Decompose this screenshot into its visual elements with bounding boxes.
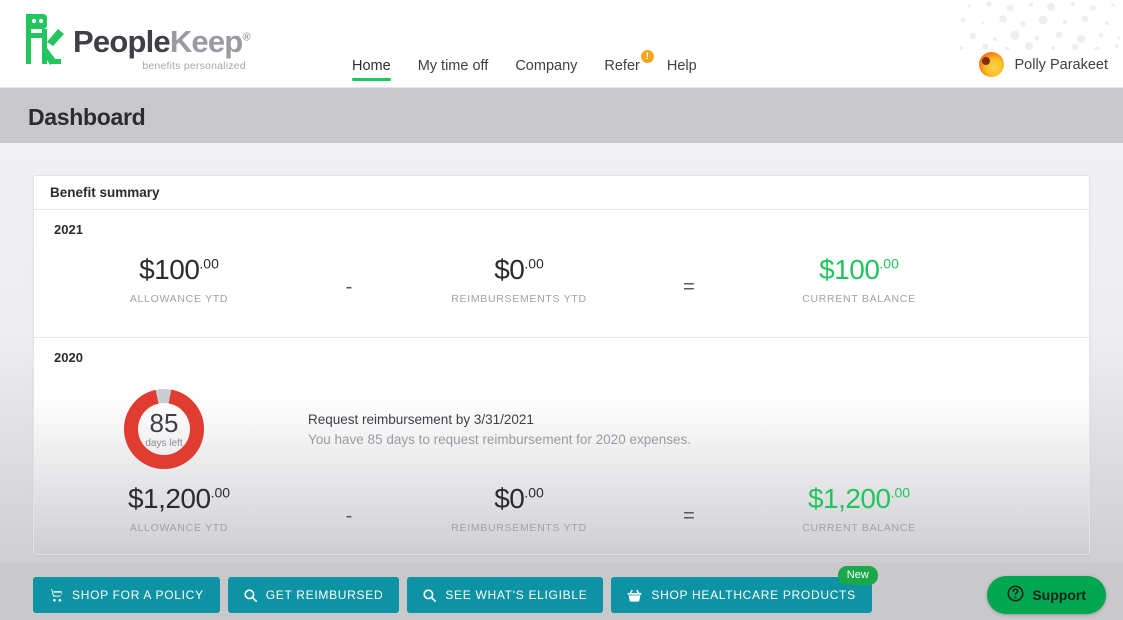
year-label-2021: 2021: [54, 222, 83, 237]
days-left-donut: 85 days left: [121, 386, 207, 472]
nav-item-refer[interactable]: Refer !: [604, 50, 654, 81]
days-left-number: 85: [149, 407, 179, 438]
operator-equals-2021: =: [683, 276, 695, 298]
page-title: Dashboard: [28, 104, 146, 130]
nav-item-my-time-off-label: My time off: [417, 58, 489, 74]
year-section-2020: 2020 85 days left Request reimbursement …: [34, 338, 1089, 554]
allowance-2020: $1,200.00 ALLOWANCE YTD: [39, 483, 319, 535]
main-content: Benefit summary 2021 $100.00 ALLOWANCE Y…: [0, 143, 1123, 562]
operator-equals-2020: =: [683, 505, 695, 527]
allowance-2020-cents: .00: [210, 484, 231, 501]
reminder-text-block: Request reimbursement by 3/31/2021 You h…: [294, 412, 691, 447]
basket-icon: [627, 589, 642, 602]
nav-item-my-time-off[interactable]: My time off: [418, 58, 489, 81]
get-reimbursed-button[interactable]: GET REIMBURSED: [227, 577, 400, 613]
benefit-summary-title: Benefit summary: [50, 185, 160, 200]
donut-center-text: 85 days left: [121, 386, 207, 472]
balance-2020-label: CURRENT BALANCE: [802, 522, 916, 534]
shop-healthcare-products-label: SHOP HEALTHCARE PRODUCTS: [651, 588, 856, 602]
reimbursement-reminder: 85 days left Request reimbursement by 3/…: [34, 386, 1089, 472]
reimbursements-2021: $0.00 REIMBURSEMENTS YTD: [379, 254, 659, 306]
app-root: PeopleKeep® benefits personalized Home M…: [0, 0, 1123, 620]
reimbursements-2020-amount: $0.00: [494, 483, 544, 514]
allowance-2021-amount: $100.00: [139, 254, 219, 285]
support-label: Support: [1032, 587, 1086, 603]
reimbursements-2020: $0.00 REIMBURSEMENTS YTD: [379, 483, 659, 535]
balance-2020-cents: .00: [890, 484, 911, 501]
balance-2021-label: CURRENT BALANCE: [802, 293, 916, 305]
operator-minus-2020: -: [345, 505, 353, 527]
support-button[interactable]: Support: [987, 576, 1106, 614]
nav-item-help[interactable]: Help: [667, 58, 697, 81]
benefit-summary-card: Benefit summary 2021 $100.00 ALLOWANCE Y…: [33, 175, 1090, 555]
year-section-2021: 2021 $100.00 ALLOWANCE YTD - $0.00 REIMB…: [34, 210, 1089, 338]
balance-2020: $1,200.00 CURRENT BALANCE: [719, 483, 999, 535]
allowance-2021-cents: .00: [199, 255, 219, 272]
shop-for-a-policy-label: SHOP FOR A POLICY: [72, 588, 204, 602]
pk-robot-logo-icon: [26, 14, 64, 65]
logo-word-keep: Keep: [169, 24, 243, 59]
reimbursements-2020-cents: .00: [524, 484, 544, 501]
see-whats-eligible-label: SEE WHAT'S ELIGIBLE: [445, 588, 588, 602]
allowance-2020-amount: $1,200.00: [127, 483, 231, 514]
allowance-2020-label: ALLOWANCE YTD: [129, 522, 229, 534]
main-navigation: Home My time off Company Refer ! Help: [352, 50, 697, 81]
question-circle-icon: [1007, 585, 1024, 605]
logo-wordmark: PeopleKeep® benefits personalized: [73, 12, 251, 72]
balance-2021: $100.00 CURRENT BALANCE: [719, 254, 999, 306]
logo-tagline: benefits personalized: [142, 60, 246, 72]
get-reimbursed-label: GET REIMBURSED: [265, 588, 384, 602]
brand-logo[interactable]: PeopleKeep® benefits personalized: [22, 12, 251, 72]
reimbursements-2021-amount: $0.00: [494, 254, 544, 285]
avatar: [978, 52, 1004, 77]
reimbursements-2020-label: REIMBURSEMENTS YTD: [451, 522, 587, 534]
operator-minus-2021: -: [345, 276, 353, 298]
logo-word-people: People: [73, 24, 171, 59]
nav-item-company[interactable]: Company: [515, 58, 577, 81]
refer-alert-badge-icon: !: [640, 50, 654, 63]
cart-icon: [49, 588, 63, 602]
nav-item-refer-label: Refer: [604, 58, 640, 74]
nav-item-help-label: Help: [666, 58, 697, 74]
year-label-2020: 2020: [54, 350, 83, 365]
nav-item-home-label: Home: [352, 58, 391, 74]
see-whats-eligible-button[interactable]: SEE WHAT'S ELIGIBLE: [407, 577, 604, 613]
reminder-title: Request reimbursement by 3/31/2021: [308, 411, 534, 427]
quick-action-bar: SHOP FOR A POLICY GET REIMBURSED SEE WHA…: [33, 566, 878, 613]
decorative-dot-pattern: [959, 1, 1121, 50]
benefit-summary-header: Benefit summary: [34, 176, 1089, 210]
balance-2021-cents: .00: [879, 255, 899, 272]
allowance-2021: $100.00 ALLOWANCE YTD: [39, 254, 319, 306]
shop-healthcare-products-button[interactable]: SHOP HEALTHCARE PRODUCTS New: [611, 566, 878, 613]
days-left-donut-wrap: 85 days left: [34, 386, 294, 472]
user-menu[interactable]: Polly Parakeet: [978, 52, 1109, 77]
nav-item-company-label: Company: [515, 58, 578, 74]
logo-registered-mark: ®: [242, 31, 250, 44]
search-icon: [244, 588, 257, 602]
allowance-2021-label: ALLOWANCE YTD: [129, 293, 229, 305]
reminder-body: You have 85 days to request reimbursemen…: [308, 431, 691, 447]
new-badge: New: [837, 566, 878, 585]
shop-for-a-policy-button[interactable]: SHOP FOR A POLICY: [33, 577, 220, 613]
days-left-caption: days left: [145, 437, 183, 449]
reimbursements-2021-cents: .00: [524, 255, 544, 272]
balance-2020-amount: $1,200.00: [807, 483, 911, 514]
search-icon: [423, 588, 437, 602]
reimbursements-2021-label: REIMBURSEMENTS YTD: [451, 293, 587, 305]
nav-item-home[interactable]: Home: [352, 58, 391, 81]
user-name-label: Polly Parakeet: [1014, 56, 1109, 73]
balance-2021-amount: $100.00: [819, 254, 899, 285]
site-header: PeopleKeep® benefits personalized Home M…: [0, 0, 1123, 88]
